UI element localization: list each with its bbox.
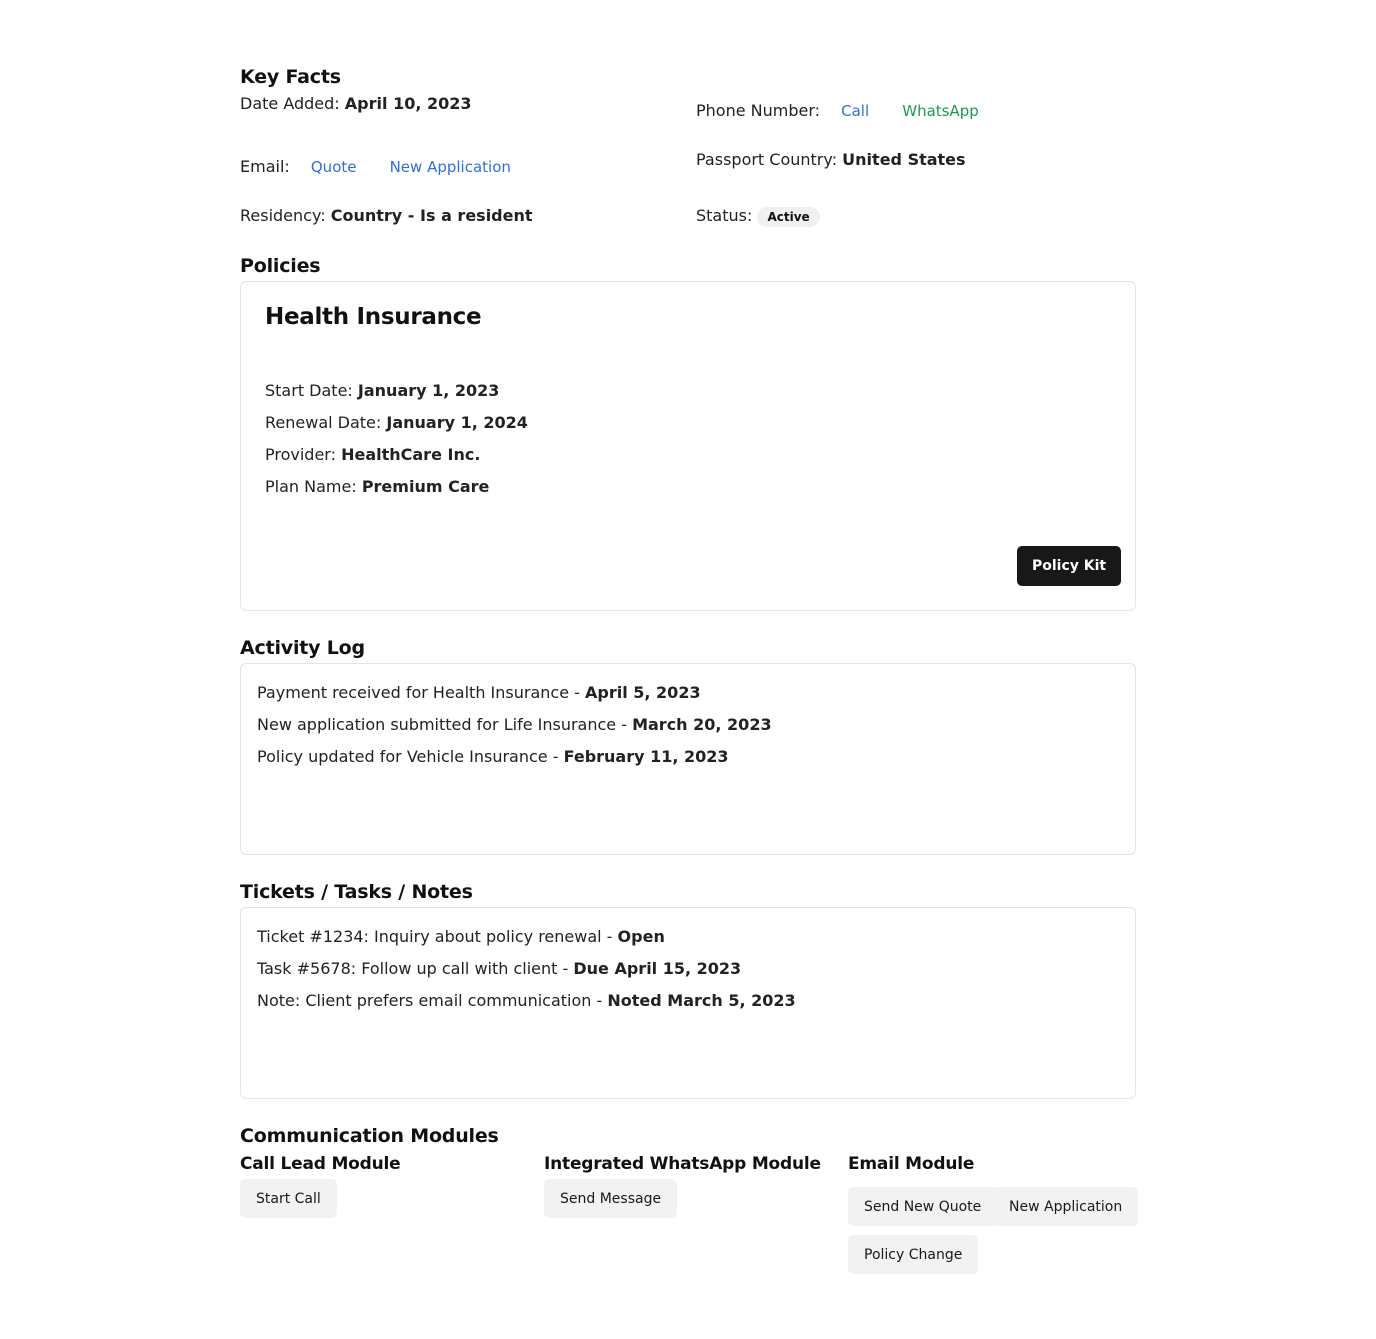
call-link[interactable]: Call: [841, 102, 869, 120]
plan-name-value: Premium Care: [361, 477, 490, 496]
activity-date: March 20, 2023: [632, 715, 772, 734]
policies-heading: Policies: [240, 255, 321, 277]
renewal-date-value: January 1, 2024: [386, 413, 528, 432]
send-new-quote-button[interactable]: Send New Quote: [848, 1187, 998, 1226]
status-row: Status: Active: [696, 206, 820, 227]
policy-start-row: Start Date: January 1, 2023: [265, 381, 499, 400]
task-status: Due April 15, 2023: [573, 959, 742, 978]
renewal-date-label: Renewal Date:: [265, 413, 382, 432]
policy-renewal-row: Renewal Date: January 1, 2024: [265, 413, 528, 432]
policy-plan-row: Plan Name: Premium Care: [265, 477, 489, 496]
policy-kit-button[interactable]: Policy Kit: [1017, 546, 1122, 586]
plan-name-label: Plan Name:: [265, 477, 357, 496]
task-item: Task #5678: Follow up call with client -…: [257, 959, 741, 978]
send-message-button[interactable]: Send Message: [544, 1179, 678, 1218]
activity-item: Policy updated for Vehicle Insurance - F…: [257, 747, 729, 766]
passport-value: United States: [842, 150, 966, 169]
note-status: Noted March 5, 2023: [607, 991, 796, 1010]
activity-date: February 11, 2023: [563, 747, 729, 766]
email-module-title: Email Module: [848, 1154, 975, 1174]
residency-row: Residency: Country - Is a resident: [240, 206, 533, 225]
passport-label: Passport Country:: [696, 150, 838, 169]
activity-text: Policy updated for Vehicle Insurance -: [257, 747, 564, 766]
residency-value: Country - Is a resident: [330, 206, 533, 225]
whatsapp-link[interactable]: WhatsApp: [902, 102, 979, 120]
note-item: Note: Client prefers email communication…: [257, 991, 796, 1010]
phone-label: Phone Number:: [696, 101, 821, 120]
date-added-label: Date Added:: [240, 94, 340, 113]
ticket-text: Ticket #1234: Inquiry about policy renew…: [257, 927, 618, 946]
date-added-row: Date Added: April 10, 2023: [240, 94, 472, 113]
quote-link[interactable]: Quote: [311, 158, 357, 176]
phone-row: Phone Number: Call WhatsApp: [696, 101, 979, 120]
activity-text: New application submitted for Life Insur…: [257, 715, 633, 734]
email-label: Email:: [240, 157, 290, 176]
key-facts-heading: Key Facts: [240, 66, 341, 88]
policy-provider-row: Provider: HealthCare Inc.: [265, 445, 480, 464]
policy-change-button[interactable]: Policy Change: [848, 1235, 979, 1274]
status-badge: Active: [757, 206, 820, 227]
call-module-title: Call Lead Module: [240, 1154, 401, 1174]
start-call-button[interactable]: Start Call: [240, 1179, 337, 1218]
date-added-value: April 10, 2023: [344, 94, 472, 113]
ticket-status: Open: [617, 927, 665, 946]
tickets-card: Ticket #1234: Inquiry about policy renew…: [240, 907, 1136, 1099]
email-row: Email: Quote New Application: [240, 157, 511, 176]
start-date-value: January 1, 2023: [357, 381, 500, 400]
new-application-link[interactable]: New Application: [390, 158, 511, 176]
task-text: Task #5678: Follow up call with client -: [257, 959, 574, 978]
tickets-heading: Tickets / Tasks / Notes: [240, 881, 473, 903]
whatsapp-module-title: Integrated WhatsApp Module: [544, 1154, 821, 1174]
start-date-label: Start Date:: [265, 381, 353, 400]
email-new-application-button[interactable]: New Application: [993, 1187, 1139, 1226]
activity-item: Payment received for Health Insurance - …: [257, 683, 701, 702]
activity-log-card: Payment received for Health Insurance - …: [240, 663, 1136, 855]
activity-item: New application submitted for Life Insur…: [257, 715, 772, 734]
passport-row: Passport Country: United States: [696, 150, 966, 169]
note-text: Note: Client prefers email communication…: [257, 991, 608, 1010]
activity-log-heading: Activity Log: [240, 637, 365, 659]
activity-text: Payment received for Health Insurance -: [257, 683, 585, 702]
policy-card: Health Insurance Start Date: January 1, …: [240, 281, 1136, 611]
policy-name: Health Insurance: [265, 304, 482, 330]
activity-date: April 5, 2023: [585, 683, 701, 702]
status-label: Status:: [696, 206, 753, 225]
communication-heading: Communication Modules: [240, 1125, 499, 1147]
ticket-item: Ticket #1234: Inquiry about policy renew…: [257, 927, 665, 946]
provider-value: HealthCare Inc.: [341, 445, 481, 464]
residency-label: Residency:: [240, 206, 326, 225]
provider-label: Provider:: [265, 445, 336, 464]
